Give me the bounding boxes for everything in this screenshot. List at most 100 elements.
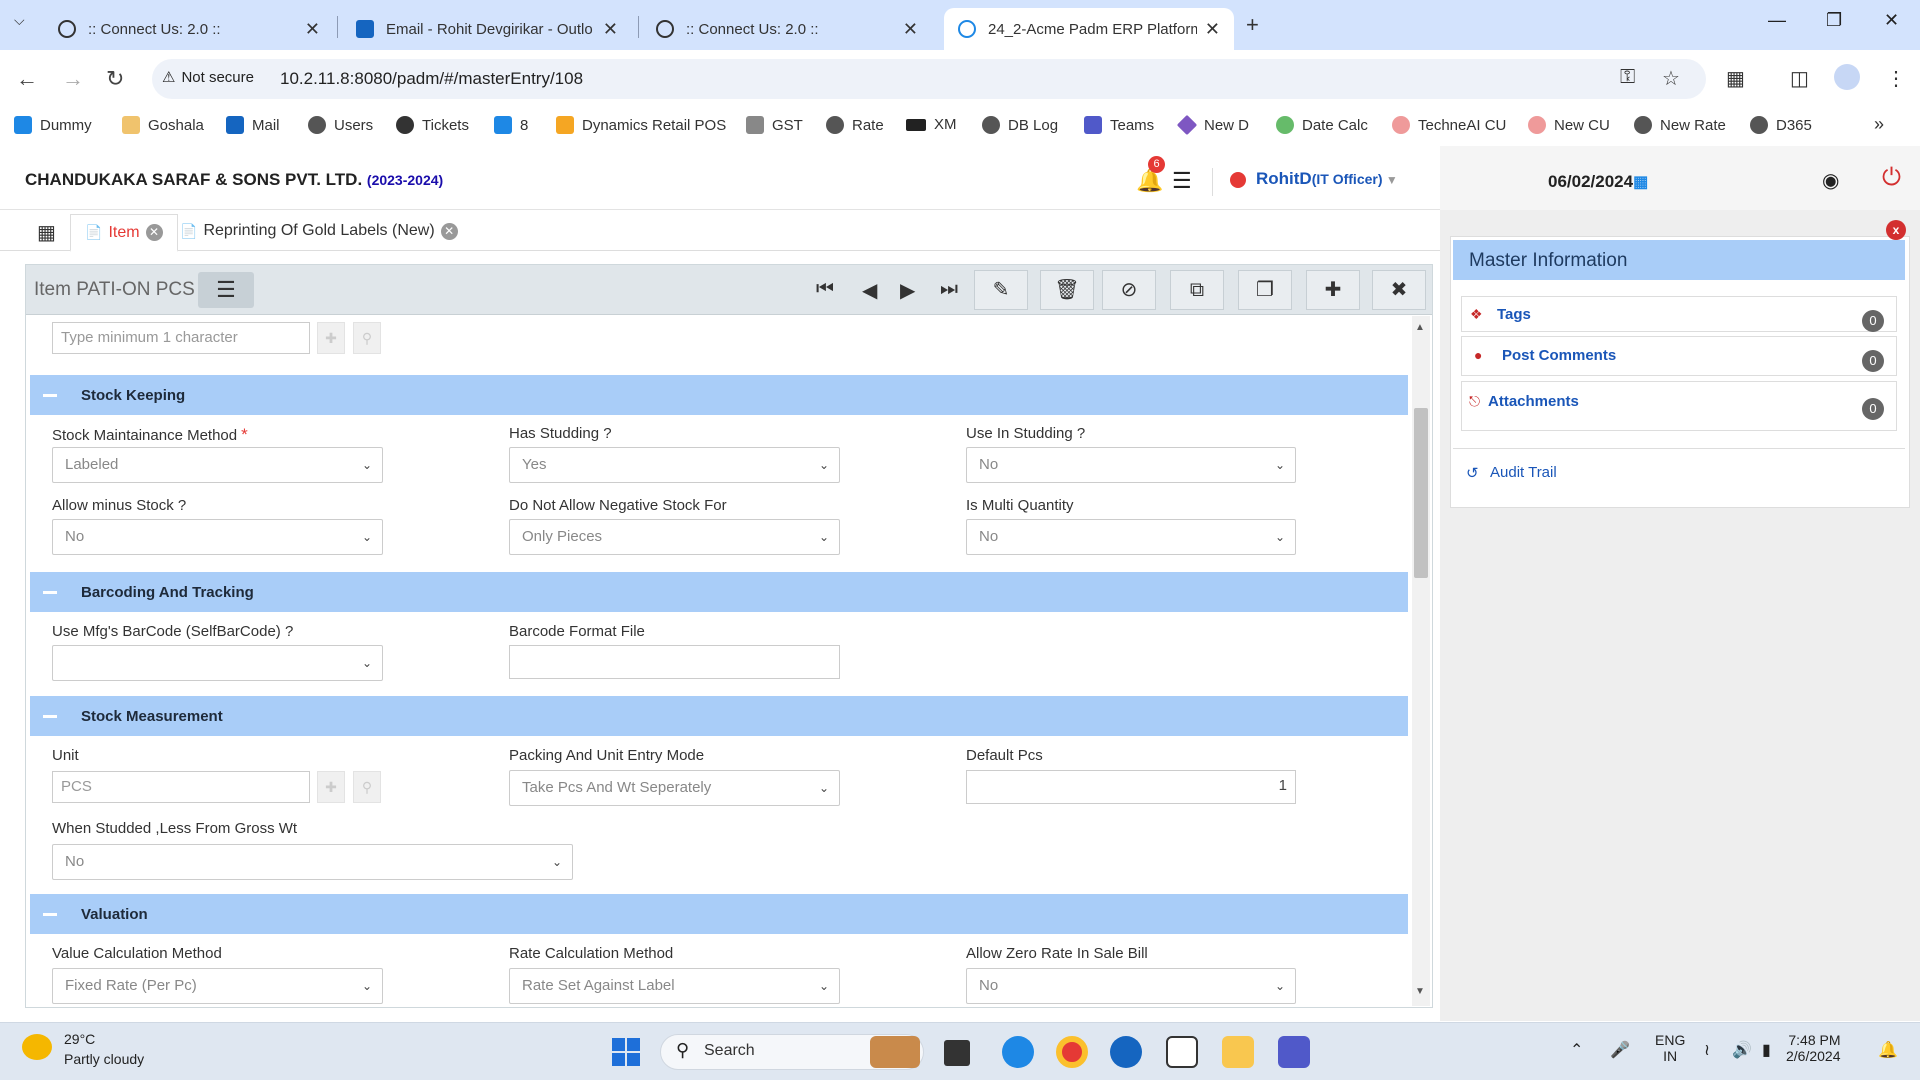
volume-icon[interactable]: 🔊	[1732, 1040, 1752, 1060]
list-view-button[interactable]: ☰	[198, 272, 254, 308]
scroll-down-icon[interactable]: ▼	[1415, 986, 1425, 997]
profile-avatar[interactable]	[1834, 64, 1860, 90]
tab-reprinting-gold-labels[interactable]: 📄 Reprinting Of Gold Labels (New) ✕	[180, 222, 458, 240]
bookmark-tickets[interactable]: Tickets	[396, 116, 469, 134]
close-form-button[interactable]: ✖	[1372, 270, 1426, 310]
weather-icon[interactable]	[22, 1034, 52, 1060]
multi-qty-select[interactable]: No ⌄	[966, 519, 1296, 555]
bookmark-goshala[interactable]: Goshala	[122, 116, 204, 134]
next-record-icon[interactable]: ▶	[900, 278, 915, 303]
close-icon[interactable]: ✕	[1205, 19, 1220, 40]
paste-button[interactable]: ❐	[1238, 270, 1292, 310]
audit-trail-link[interactable]: Audit Trail	[1490, 464, 1557, 481]
bookmark-d365[interactable]: D365	[1750, 116, 1812, 134]
close-icon[interactable]: ✕	[903, 19, 918, 40]
section-stock-measurement[interactable]: Stock Measurement	[30, 696, 1408, 736]
attachments-link[interactable]: Attachments	[1488, 393, 1579, 410]
taskbar-search-label[interactable]: Search	[704, 1042, 755, 1060]
browser-tab-erp[interactable]: 24_2-Acme Padm ERP Platform ✕	[944, 8, 1234, 50]
microphone-icon[interactable]: 🎤	[1610, 1040, 1630, 1060]
bookmark-teams[interactable]: Teams	[1084, 116, 1154, 134]
bookmark-new-rate[interactable]: New Rate	[1634, 116, 1726, 134]
tab-item[interactable]: 📄 Item ✕	[70, 214, 178, 252]
chrome-icon[interactable]	[1056, 1036, 1088, 1068]
url-text[interactable]: 10.2.11.8:8080/padm/#/masterEntry/108	[280, 69, 583, 89]
edge-icon[interactable]	[1002, 1036, 1034, 1068]
scroll-up-icon[interactable]: ▲	[1415, 322, 1425, 333]
bookmark-rate[interactable]: Rate	[826, 116, 884, 134]
site-info-button[interactable]: ⚠ Not secure	[162, 68, 254, 87]
star-icon[interactable]: ☆	[1662, 66, 1680, 91]
browser-tab-email[interactable]: Email - Rohit Devgirikar - Outlo ✕	[342, 8, 632, 50]
mfg-barcode-select[interactable]: ⌄	[52, 645, 383, 681]
extensions-icon[interactable]: ▦	[1726, 66, 1745, 91]
date-picker[interactable]: 06/02/2024▦	[1548, 172, 1648, 192]
more-menu-icon[interactable]: ⋮	[1886, 66, 1906, 91]
close-icon[interactable]: ✕	[305, 19, 320, 40]
add-button[interactable]: ✚	[1306, 270, 1360, 310]
reload-icon[interactable]: ↻	[106, 66, 124, 92]
search-button[interactable]: ⚲	[353, 322, 381, 354]
studded-less-select[interactable]: No ⌄	[52, 844, 573, 880]
section-stock-keeping[interactable]: Stock Keeping	[30, 375, 1408, 415]
file-explorer-icon[interactable]	[1222, 1036, 1254, 1068]
new-tab-icon[interactable]: +	[1246, 12, 1259, 38]
weather-condition[interactable]: Partly cloudy	[64, 1051, 144, 1067]
value-calc-select[interactable]: Fixed Rate (Per Pc) ⌄	[52, 968, 383, 1004]
item-search-input[interactable]: Type minimum 1 character	[52, 322, 310, 354]
bookmark-dynamics-pos[interactable]: Dynamics Retail POS	[556, 116, 726, 134]
close-icon[interactable]: ✕	[440, 222, 458, 240]
unit-input[interactable]: PCS	[52, 771, 310, 803]
side-panel-icon[interactable]: ◫	[1790, 66, 1809, 91]
weather-temp[interactable]: 29°C	[64, 1031, 95, 1047]
list-menu-icon[interactable]: ☰	[1172, 168, 1192, 194]
last-record-icon[interactable]: ⏭	[940, 278, 958, 301]
app-icon[interactable]	[1110, 1036, 1142, 1068]
section-valuation[interactable]: Valuation	[30, 894, 1408, 934]
tags-link[interactable]: Tags	[1497, 306, 1531, 323]
notification-icon[interactable]: 🔔	[1878, 1040, 1898, 1060]
system-clock[interactable]: 7:48 PM 2/6/2024	[1786, 1032, 1841, 1064]
power-icon[interactable]: ⏻	[1882, 164, 1901, 192]
bookmark-mail[interactable]: Mail	[226, 116, 280, 134]
bookmark-new-d[interactable]: New D	[1176, 114, 1249, 136]
stock-method-select[interactable]: Labeled ⌄	[52, 447, 383, 483]
back-icon[interactable]: ←	[16, 66, 38, 92]
battery-icon[interactable]: ▮	[1762, 1040, 1771, 1060]
zero-rate-select[interactable]: No ⌄	[966, 968, 1296, 1004]
post-comments-link[interactable]: Post Comments	[1502, 347, 1616, 364]
teams-icon[interactable]	[1278, 1036, 1310, 1068]
close-icon[interactable]: ✕	[145, 224, 163, 241]
first-record-icon[interactable]: ⏮	[816, 278, 834, 301]
close-icon[interactable]: ✕	[603, 19, 618, 40]
allow-minus-select[interactable]: No ⌄	[52, 519, 383, 555]
more-bookmarks-icon[interactable]: »	[1874, 114, 1884, 135]
apps-grid-icon[interactable]: ▦	[37, 220, 56, 245]
rate-calc-select[interactable]: Rate Set Against Label ⌄	[509, 968, 840, 1004]
widgets-icon[interactable]	[870, 1036, 920, 1068]
window-close-icon[interactable]: ✕	[1884, 10, 1899, 31]
chevron-up-icon[interactable]: ⌃	[1570, 1040, 1583, 1060]
restore-icon[interactable]: ❐	[1826, 10, 1842, 31]
default-pcs-input[interactable]: 1	[966, 770, 1296, 804]
vnc-icon[interactable]	[1166, 1036, 1198, 1068]
barcode-format-input[interactable]	[509, 645, 840, 679]
packing-mode-select[interactable]: Take Pcs And Wt Seperately ⌄	[509, 770, 840, 806]
minimize-icon[interactable]: —	[1768, 10, 1786, 31]
tab-list-chevron-icon[interactable]: ⌵	[14, 12, 36, 36]
bookmark-dummy[interactable]: Dummy	[14, 116, 92, 134]
edit-button[interactable]: ✎	[974, 270, 1028, 310]
search-unit-button[interactable]: ⚲	[353, 771, 381, 803]
use-in-studding-select[interactable]: No ⌄	[966, 447, 1296, 483]
wifi-icon[interactable]: ≀	[1704, 1040, 1710, 1060]
bookmark-techneai-cu[interactable]: TechneAI CU	[1392, 116, 1506, 134]
forward-icon[interactable]: →	[62, 66, 84, 92]
language-indicator[interactable]: ENG IN	[1655, 1032, 1685, 1064]
bookmark-new-cu[interactable]: New CU	[1528, 116, 1610, 134]
delete-button[interactable]: 🗑	[1040, 270, 1094, 310]
bookmark-users[interactable]: Users	[308, 116, 373, 134]
bookmark-date-calc[interactable]: Date Calc	[1276, 116, 1368, 134]
start-button[interactable]	[612, 1038, 640, 1066]
previous-record-icon[interactable]: ◀	[862, 278, 877, 303]
add-unit-button[interactable]: ✚	[317, 771, 345, 803]
